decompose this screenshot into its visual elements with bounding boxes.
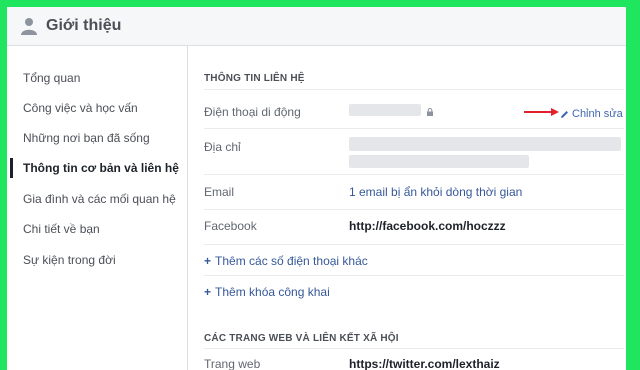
about-panel: Giới thiệu Tổng quan Công việc và học vấ… bbox=[7, 7, 626, 370]
divider bbox=[204, 128, 624, 129]
lock-icon bbox=[427, 108, 433, 116]
person-icon bbox=[21, 18, 37, 35]
divider bbox=[204, 348, 624, 349]
divider bbox=[204, 89, 624, 90]
sidebar-item-work-education[interactable]: Công việc và học vấn bbox=[7, 100, 185, 116]
add-public-key-link[interactable]: + Thêm khóa công khai bbox=[204, 285, 330, 299]
divider bbox=[204, 209, 624, 210]
plus-icon: + bbox=[204, 254, 212, 268]
sidebar-item-places-lived[interactable]: Những nơi bạn đã sống bbox=[7, 130, 185, 146]
address-label: Địa chỉ bbox=[204, 140, 241, 154]
sidebar-item-family-relationships[interactable]: Gia đình và các mối quan hệ bbox=[7, 191, 185, 207]
hidden-address-line bbox=[349, 155, 529, 168]
website-label: Trang web bbox=[204, 357, 261, 370]
web-section-title: CÁC TRANG WEB VÀ LIÊN KẾT XÃ HỘI bbox=[204, 333, 399, 344]
edit-label: Chỉnh sửa bbox=[572, 108, 623, 120]
divider bbox=[204, 174, 624, 175]
add-phone-label: Thêm các số điện thoại khác bbox=[215, 254, 368, 268]
sidebar-item-details-about-you[interactable]: Chi tiết về bạn bbox=[7, 221, 185, 237]
phone-label: Điện thoại di động bbox=[204, 105, 301, 119]
sidebar-item-overview[interactable]: Tổng quan bbox=[7, 70, 185, 86]
divider bbox=[204, 275, 624, 276]
divider bbox=[204, 244, 624, 245]
email-value[interactable]: 1 email bị ẩn khỏi dòng thời gian bbox=[349, 185, 522, 199]
contact-section-title: THÔNG TIN LIÊN HỆ bbox=[204, 73, 305, 84]
panel-header: Giới thiệu bbox=[7, 7, 626, 46]
pencil-icon bbox=[561, 110, 568, 118]
facebook-label: Facebook bbox=[204, 219, 257, 233]
edit-phone-button[interactable]: Chỉnh sửa bbox=[560, 108, 623, 120]
red-arrow-annotation bbox=[524, 108, 559, 116]
add-key-label: Thêm khóa công khai bbox=[215, 285, 330, 299]
sidebar-item-life-events[interactable]: Sự kiện trong đời bbox=[7, 252, 185, 268]
hidden-phone-value bbox=[349, 104, 421, 116]
main-content: THÔNG TIN LIÊN HỆ Điện thoại di động Chỉ… bbox=[188, 46, 626, 370]
email-label: Email bbox=[204, 185, 235, 199]
sidebar: Tổng quan Công việc và học vấn Những nơi… bbox=[7, 46, 188, 370]
page-title: Giới thiệu bbox=[46, 17, 122, 34]
add-phone-link[interactable]: + Thêm các số điện thoại khác bbox=[204, 254, 368, 268]
facebook-url[interactable]: http://facebook.com/hoczzz bbox=[349, 219, 506, 233]
sidebar-item-contact-basic-info[interactable]: Thông tin cơ bản và liên hệ bbox=[7, 158, 185, 178]
website-url[interactable]: https://twitter.com/lexthaiz bbox=[349, 357, 500, 370]
hidden-address-line bbox=[349, 137, 621, 151]
plus-icon: + bbox=[204, 285, 212, 299]
